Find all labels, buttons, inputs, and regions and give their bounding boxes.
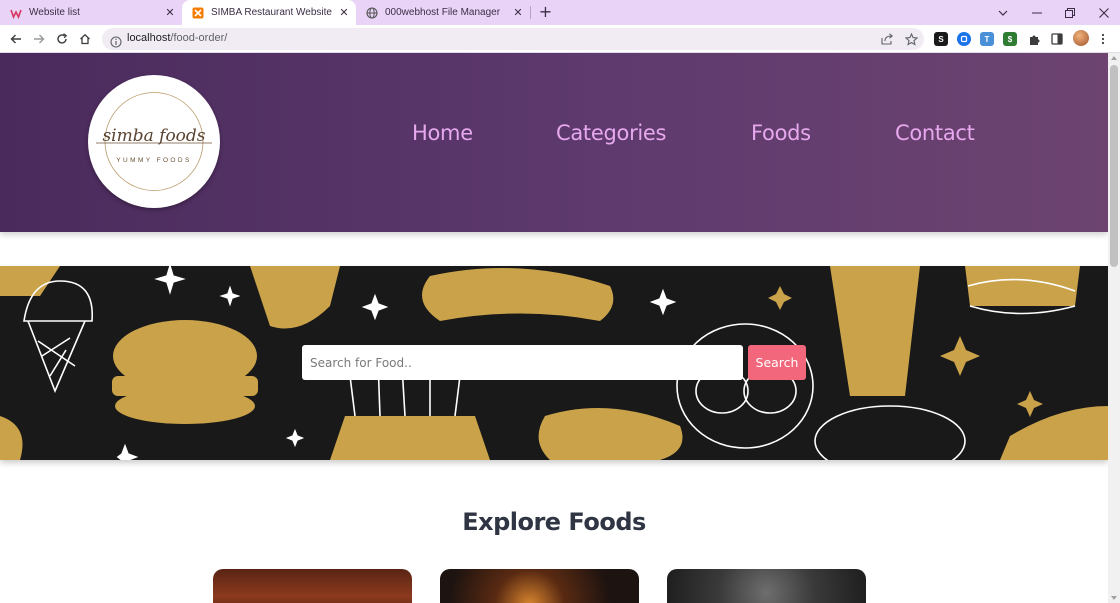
tab-website-list[interactable]: Website list ✕	[0, 0, 182, 25]
explore-foods-heading: Explore Foods	[462, 508, 646, 536]
nav-contact[interactable]: Contact	[895, 121, 975, 145]
logo-tagline: YUMMY FOODS	[116, 157, 191, 164]
bookmark-star-icon[interactable]	[904, 32, 918, 46]
xampp-icon	[192, 7, 204, 19]
home-icon[interactable]	[76, 30, 94, 48]
food-category-card[interactable]	[667, 569, 866, 603]
translate-extension-icon[interactable]: T	[980, 32, 994, 46]
url-path: /food-order/	[170, 32, 228, 44]
scroll-down-arrow-icon[interactable]	[1111, 596, 1117, 600]
food-search-input[interactable]	[302, 345, 743, 380]
nav-categories[interactable]: Categories	[556, 121, 667, 145]
new-tab-icon[interactable]: +	[537, 4, 554, 21]
restore-icon[interactable]	[1055, 0, 1085, 25]
dollar-extension-icon[interactable]: $	[1003, 32, 1017, 46]
food-category-card[interactable]	[440, 569, 639, 603]
tab-simba-restaurant[interactable]: SIMBA Restaurant Website ✕	[182, 0, 356, 25]
page-scrollbar[interactable]	[1108, 53, 1120, 603]
food-category-card[interactable]	[213, 569, 412, 603]
reload-icon[interactable]	[53, 30, 71, 48]
back-icon[interactable]	[7, 30, 25, 48]
scroll-up-arrow-icon[interactable]	[1111, 56, 1117, 60]
close-window-icon[interactable]	[1089, 0, 1119, 25]
site-info-icon[interactable]	[110, 33, 122, 48]
shield-extension-icon[interactable]	[957, 32, 971, 46]
address-bar[interactable]: localhost/food-order/	[102, 28, 924, 50]
browser-tab-strip: Website list ✕ SIMBA Restaurant Website …	[0, 0, 1120, 25]
nav-home[interactable]: Home	[412, 121, 473, 145]
tab-search-icon[interactable]	[988, 0, 1018, 25]
tab-file-manager[interactable]: 000webhost File Manager ✕	[356, 0, 530, 25]
search-button[interactable]: Search	[748, 345, 806, 380]
tab-divider	[530, 6, 531, 19]
menu-dots-icon[interactable]	[1096, 32, 1110, 46]
close-tab-icon[interactable]: ✕	[162, 5, 178, 21]
page-viewport: simba foods YUMMY FOODS Home Categories …	[0, 53, 1108, 603]
browser-toolbar: localhost/food-order/ S T $	[0, 25, 1120, 53]
forward-icon[interactable]	[30, 30, 48, 48]
logo-wordmark: simba foods	[102, 126, 205, 146]
minimize-icon[interactable]	[1022, 0, 1052, 25]
site-logo[interactable]: simba foods YUMMY FOODS	[88, 75, 220, 208]
share-icon[interactable]	[880, 32, 894, 46]
s-extension-icon[interactable]: S	[934, 32, 948, 46]
puzzle-icon[interactable]	[1027, 32, 1041, 46]
wix-icon	[10, 7, 22, 19]
nav-foods[interactable]: Foods	[751, 121, 811, 145]
url-host: localhost	[127, 32, 171, 44]
logo-emblem: simba foods YUMMY FOODS	[96, 92, 212, 191]
close-tab-icon[interactable]: ✕	[510, 5, 526, 21]
globe-icon	[366, 6, 378, 19]
scrollbar-thumb[interactable]	[1110, 65, 1118, 267]
url-text: localhost/food-order/	[127, 32, 227, 44]
food-search-hero: Search	[0, 266, 1108, 460]
side-panel-icon[interactable]	[1050, 32, 1064, 46]
profile-avatar[interactable]	[1073, 30, 1089, 46]
tab-title: SIMBA Restaurant Website	[211, 7, 332, 18]
site-header: simba foods YUMMY FOODS Home Categories …	[0, 53, 1108, 232]
tab-title: Website list	[29, 7, 80, 18]
tab-title: 000webhost File Manager	[385, 7, 501, 18]
close-tab-icon[interactable]: ✕	[336, 5, 352, 21]
